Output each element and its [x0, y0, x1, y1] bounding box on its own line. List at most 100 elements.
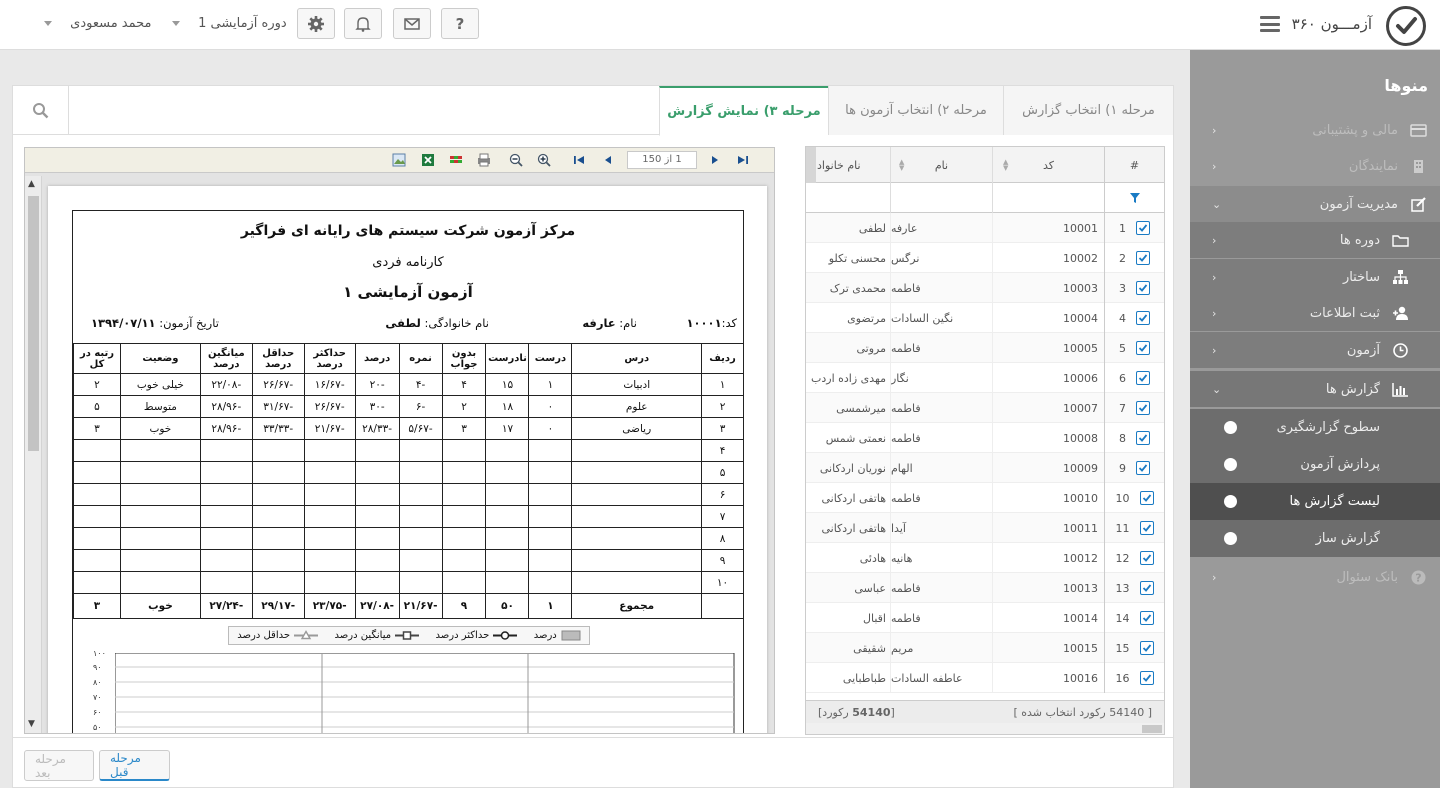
chevron-down-icon[interactable]: ▼: [28, 719, 35, 729]
tab-step1[interactable]: مرحله ۱) انتخاب گزارش: [1003, 86, 1173, 135]
row-checkbox[interactable]: [1136, 251, 1150, 265]
row-checkbox[interactable]: [1139, 611, 1154, 625]
user-menu[interactable]: محمد مسعودی: [44, 16, 151, 31]
table-row[interactable]: 16 10016 عاطفه السادات طباطبایی: [806, 663, 1164, 693]
messages-button[interactable]: [393, 8, 431, 39]
row-checkbox[interactable]: [1139, 581, 1154, 595]
table-row[interactable]: 15 10015 مریم شقیقی: [806, 633, 1164, 663]
sidebar-item-exam[interactable]: آزمون ‹: [1190, 332, 1440, 368]
period-select[interactable]: دوره آزمایشی 1: [172, 16, 287, 31]
zoom-out-icon[interactable]: [509, 153, 523, 167]
row-select-cell: 9: [1104, 453, 1164, 483]
first-page-icon[interactable]: [572, 153, 586, 167]
row-checkbox[interactable]: [1136, 281, 1150, 295]
row-checkbox[interactable]: [1136, 431, 1150, 445]
sidebar-item-structure[interactable]: ساختار ‹: [1190, 259, 1440, 295]
page-number-input[interactable]: 1 از 150: [627, 151, 697, 169]
sidebar-item-report-builder[interactable]: گزارش ساز: [1190, 520, 1440, 557]
table-row[interactable]: 7 10007 فاطمه میرشمسی: [806, 393, 1164, 423]
row-checkbox[interactable]: [1136, 341, 1150, 355]
chevron-up-icon[interactable]: ▲: [28, 179, 35, 189]
export-image-icon[interactable]: [392, 153, 406, 167]
filter-code-input[interactable]: [992, 183, 1104, 213]
tab-step3[interactable]: مرحله ۳) نمایش گزارش: [659, 86, 828, 136]
table-cell: ۵: [73, 395, 121, 418]
tab-step2[interactable]: مرحله ۲) انتخاب آزمون ها: [828, 86, 1003, 135]
table-row[interactable]: 3 10003 فاطمه محمدی ترک: [806, 273, 1164, 303]
filter-first-name-input[interactable]: [890, 183, 992, 213]
legend-line-icon: [294, 630, 319, 640]
row-checkbox[interactable]: [1136, 221, 1150, 235]
sidebar-item-finance[interactable]: مالی و پشتیبانی ‹: [1190, 112, 1440, 148]
export-excel-icon[interactable]: [421, 153, 435, 167]
sidebar-item-agents[interactable]: نمایندگان ‹: [1190, 148, 1440, 184]
last-name-cell: اقبال: [863, 611, 886, 625]
sidebar-item-data-entry[interactable]: ثبت اطلاعات ‹: [1190, 295, 1440, 331]
sidebar-item-periods[interactable]: دوره ها ‹: [1190, 222, 1440, 258]
table-cell: ۱: [528, 593, 573, 619]
row-checkbox[interactable]: [1139, 641, 1154, 655]
sort-icon[interactable]: ▲ ▼: [1003, 159, 1008, 172]
table-row[interactable]: 11 10011 آیدا هاتفی اردکانی: [806, 513, 1164, 543]
sidebar-item-exam-management[interactable]: مدیریت آزمون ⌄: [1190, 186, 1440, 222]
table-row[interactable]: 10 10010 فاطمه هاتفی اردکانی: [806, 483, 1164, 513]
grid-h-scrollbar[interactable]: [806, 723, 1164, 734]
search-button[interactable]: [13, 86, 69, 134]
total-count-unit: رکورد]: [818, 705, 849, 719]
table-row[interactable]: 14 10014 فاطمه اقبال: [806, 603, 1164, 633]
viewer-scrollbar[interactable]: ▲ ▼: [25, 176, 42, 733]
table-row[interactable]: 12 10012 هانیه هادئی: [806, 543, 1164, 573]
table-cell: ۵: [701, 461, 744, 484]
row-number: 13: [1115, 581, 1130, 595]
help-button[interactable]: ?: [441, 8, 479, 39]
scroll-thumb[interactable]: [28, 196, 39, 451]
row-checkbox[interactable]: [1139, 671, 1154, 685]
last-name-cell: محسنی تکلو: [828, 251, 886, 265]
prev-step-button[interactable]: مرحله قبل: [99, 750, 170, 781]
prev-page-icon[interactable]: [601, 153, 615, 167]
row-checkbox[interactable]: [1136, 461, 1150, 475]
sidebar-item-exam-processing[interactable]: پردازش آزمون: [1190, 446, 1440, 483]
table-cell: [354, 505, 400, 528]
zoom-in-icon[interactable]: [537, 153, 551, 167]
row-checkbox[interactable]: [1136, 371, 1150, 385]
row-checkbox[interactable]: [1139, 551, 1154, 565]
print-icon[interactable]: [477, 153, 491, 167]
menu-toggle-icon[interactable]: [1260, 16, 1280, 32]
table-cell: [528, 527, 573, 550]
filter-last-name-input[interactable]: [806, 183, 890, 213]
table-row[interactable]: 6 10006 نگار مهدی زاده اردب: [806, 363, 1164, 393]
col-header-code[interactable]: کد ▲ ▼: [992, 147, 1104, 183]
grid-h-scroll-left[interactable]: [806, 147, 816, 183]
table-row[interactable]: 9 10009 الهام نوریان اردکانی: [806, 453, 1164, 483]
row-checkbox[interactable]: [1139, 521, 1154, 535]
notifications-button[interactable]: [344, 8, 382, 39]
table-row[interactable]: 13 10013 فاطمه عباسی: [806, 573, 1164, 603]
settings-button[interactable]: [297, 8, 335, 39]
table-cell: [354, 483, 400, 506]
export-csv-icon[interactable]: [449, 153, 463, 167]
next-step-button[interactable]: مرحله بعد: [24, 750, 94, 781]
table-row[interactable]: 4 10004 نگین السادات مرتضوی: [806, 303, 1164, 333]
last-page-icon[interactable]: [736, 153, 750, 167]
next-page-icon[interactable]: [708, 153, 722, 167]
filter-button[interactable]: [1104, 183, 1164, 213]
col-header-label: #: [1129, 158, 1140, 172]
sort-icon[interactable]: ▲ ▼: [899, 159, 904, 172]
table-cell: [485, 571, 530, 594]
scroll-thumb[interactable]: [1142, 725, 1162, 733]
row-checkbox[interactable]: [1139, 491, 1154, 505]
row-checkbox[interactable]: [1136, 311, 1150, 325]
row-checkbox[interactable]: [1136, 401, 1150, 415]
table-row[interactable]: 1 10001 عارفه لطفی: [806, 213, 1164, 243]
sidebar-item-reports[interactable]: گزارش ها ⌄: [1190, 371, 1440, 407]
table-row[interactable]: 8 10008 فاطمه نعمتی شمس: [806, 423, 1164, 453]
total-count: [54140 رکورد]: [818, 706, 895, 719]
sidebar-item-question-bank[interactable]: ? بانک سئوال ‹: [1190, 559, 1440, 595]
col-header-last-name[interactable]: نام خانواد: [806, 147, 890, 183]
table-row[interactable]: 2 10002 نرگس محسنی تکلو: [806, 243, 1164, 273]
sidebar-item-report-list[interactable]: لیست گزارش ها: [1190, 483, 1440, 520]
col-header-first-name[interactable]: نام ▲ ▼: [890, 147, 992, 183]
table-row[interactable]: 5 10005 فاطمه مروتی: [806, 333, 1164, 363]
sidebar-item-report-levels[interactable]: سطوح گزارشگیری: [1190, 409, 1440, 446]
